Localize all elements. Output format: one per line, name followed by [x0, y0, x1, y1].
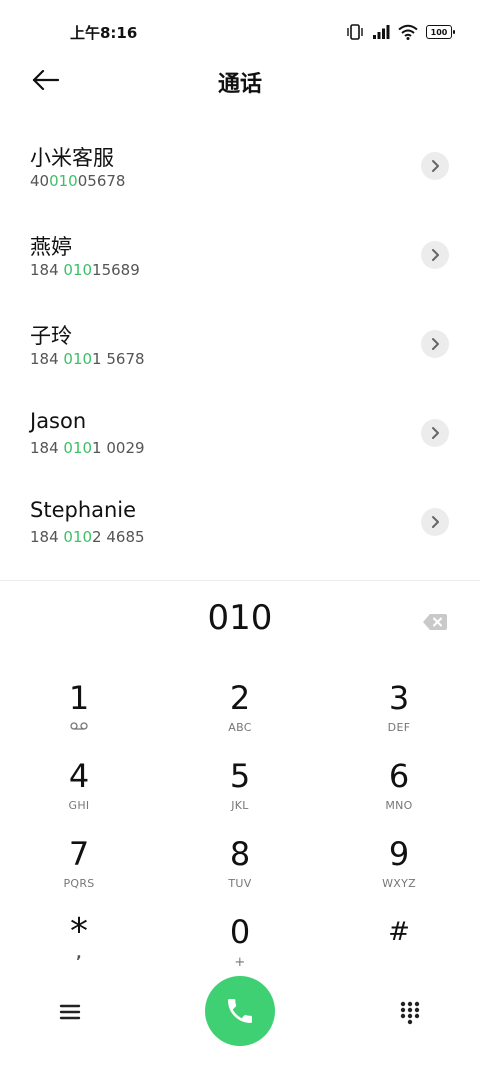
backspace-button[interactable] [422, 612, 448, 632]
key-digit: 4 [68, 757, 90, 795]
number-suffix: 1 0029 [92, 439, 145, 457]
key-8[interactable]: 8 TUV [180, 834, 300, 904]
chevron-right-icon [432, 516, 439, 528]
contact-name: 子玲 [30, 324, 72, 348]
key-digit: # [388, 917, 410, 947]
contact-number: 184 0101 0029 [30, 439, 145, 457]
key-digit: 1 [68, 679, 90, 717]
number-suffix: 05678 [77, 172, 126, 190]
key-letters: TUV [228, 877, 252, 890]
key-1[interactable]: 1 [19, 678, 139, 748]
chevron-right-icon [432, 160, 439, 172]
number-suffix: 2 4685 [92, 528, 145, 546]
number-suffix: 1 5678 [92, 350, 145, 368]
contact-name: Jason [30, 409, 87, 433]
number-prefix: 184 [30, 439, 64, 457]
contact-name: Stephanie [30, 498, 137, 522]
contact-detail-button[interactable] [421, 241, 449, 269]
number-match: 010 [63, 261, 93, 279]
key-0[interactable]: 0 + [180, 912, 300, 982]
number-match: 010 [49, 172, 78, 190]
key-digit: 0 [229, 913, 251, 951]
key-7[interactable]: 7 PQRS [19, 834, 139, 904]
key-4[interactable]: 4 GHI [19, 756, 139, 826]
key-digit: 3 [388, 679, 410, 717]
number-prefix: 184 [30, 350, 64, 368]
signal-icon [373, 25, 390, 39]
key-digit: 9 [388, 835, 410, 873]
key-letters: MNO [385, 799, 413, 812]
menu-icon [59, 1004, 81, 1020]
key-star[interactable]: * , [19, 912, 139, 982]
status-icons: 100 [346, 22, 455, 42]
number-suffix: 15689 [92, 261, 140, 279]
chevron-right-icon [432, 249, 439, 261]
key-letters: ABC [228, 721, 252, 734]
key-digit: 8 [229, 835, 251, 873]
dialpad-toggle-button[interactable] [398, 1000, 422, 1026]
key-letters: , [76, 946, 82, 962]
contact-number: 184 0102 4685 [30, 528, 145, 546]
menu-button[interactable] [56, 998, 84, 1026]
voicemail-icon [19, 721, 139, 734]
chevron-right-icon [432, 338, 439, 350]
dial-number-display[interactable]: 010 [0, 598, 480, 638]
call-button[interactable] [205, 976, 275, 1046]
contact-list: 小米客服 4001005678 燕婷 184 01015689 子玲 184 0… [0, 120, 480, 565]
header: 通话 [0, 56, 480, 106]
dialpad-icon [400, 1001, 420, 1025]
key-digit: 5 [229, 757, 251, 795]
contact-row[interactable]: 小米客服 4001005678 [0, 120, 480, 209]
contact-row[interactable]: Stephanie 184 0102 4685 [0, 476, 480, 565]
key-6[interactable]: 6 MNO [339, 756, 459, 826]
battery-indicator: 100 [426, 25, 455, 39]
divider [0, 580, 480, 581]
key-5[interactable]: 5 JKL [180, 756, 300, 826]
key-hash[interactable]: # [339, 912, 459, 982]
contact-name: 燕婷 [30, 235, 72, 259]
contact-detail-button[interactable] [421, 508, 449, 536]
number-match: 010 [63, 528, 93, 546]
number-prefix: 184 [30, 261, 64, 279]
contact-name: 小米客服 [30, 146, 114, 170]
contact-number: 184 0101 5678 [30, 350, 145, 368]
backspace-icon [423, 614, 447, 630]
wifi-icon [398, 24, 418, 40]
contact-number: 4001005678 [30, 172, 125, 190]
vibrate-icon [347, 24, 363, 40]
key-digit: 7 [68, 835, 90, 873]
page-title: 通话 [217, 72, 262, 97]
contact-detail-button[interactable] [421, 419, 449, 447]
key-letters: DEF [387, 721, 411, 734]
number-match: 010 [63, 350, 93, 368]
number-prefix: 40 [30, 172, 50, 190]
key-letters: JKL [231, 799, 249, 812]
phone-icon [228, 999, 252, 1023]
contact-row[interactable]: 燕婷 184 01015689 [0, 209, 480, 298]
number-match: 010 [63, 439, 93, 457]
contact-row[interactable]: Jason 184 0101 0029 [0, 387, 480, 476]
status-bar: 上午8:16 100 [0, 0, 480, 64]
bottom-bar [0, 976, 480, 1048]
number-prefix: 184 [30, 528, 64, 546]
contact-detail-button[interactable] [421, 330, 449, 358]
contact-row[interactable]: 子玲 184 0101 5678 [0, 298, 480, 387]
key-3[interactable]: 3 DEF [339, 678, 459, 748]
chevron-right-icon [432, 427, 439, 439]
key-letters: PQRS [63, 877, 95, 890]
key-letters: + [234, 955, 246, 970]
key-digit: 6 [388, 757, 410, 795]
contact-number: 184 01015689 [30, 261, 140, 279]
key-2[interactable]: 2 ABC [180, 678, 300, 748]
key-digit: 2 [229, 679, 251, 717]
key-letters: GHI [68, 799, 90, 812]
key-letters: WXYZ [382, 877, 416, 890]
key-9[interactable]: 9 WXYZ [339, 834, 459, 904]
contact-detail-button[interactable] [421, 152, 449, 180]
status-time: 上午8:16 [70, 24, 138, 42]
